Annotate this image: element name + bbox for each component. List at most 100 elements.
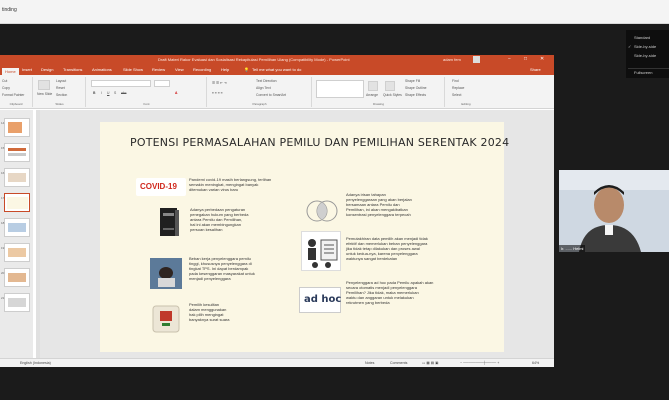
shape-outline-button[interactable]: Shape Outline [405, 86, 427, 90]
font-group: B I U S abc A Font [87, 77, 207, 107]
status-bar: English (Indonesia) Notes Comments ▭ ▦ ▤… [0, 358, 554, 367]
new-slide-button[interactable]: New Slide [37, 92, 52, 96]
editing-group: Find Replace Select Editing [446, 77, 486, 107]
issue-text-overlap: Adanya irisan tahapan penyelenggaraan ya… [346, 192, 412, 217]
copy-button[interactable]: Copy [2, 86, 10, 90]
drawing-group: Arrange Quick Styles Shape Fill Shape Ou… [313, 77, 445, 107]
tired-worker-photo [150, 258, 182, 289]
tab-insert[interactable]: Insert [22, 67, 32, 72]
align-text-button[interactable]: Align Text [256, 86, 271, 90]
menu-divider [628, 68, 669, 69]
arrange-icon[interactable] [368, 81, 378, 91]
smartart-button[interactable]: Convert to SmartArt [256, 93, 286, 97]
replace-button[interactable]: Replace [452, 86, 464, 90]
view-option-side-by-side-alt[interactable]: Side-by-side [634, 53, 656, 58]
participant-video[interactable]: Ir. ...... Helmi [559, 170, 669, 252]
zoom-level[interactable]: 64% [532, 361, 539, 365]
tab-animations[interactable]: Animations [92, 67, 112, 72]
minimize-icon[interactable]: − [508, 56, 511, 62]
font-size-select[interactable] [154, 80, 170, 87]
strikethrough-button[interactable]: abc [121, 91, 126, 95]
slide-thumbnail-selected[interactable]: 17 [1, 193, 30, 212]
current-slide[interactable]: POTENSI PERMASALAHAN PEMILU DAN PEMILIHA… [100, 122, 509, 352]
covid-logo: COVID-19 [136, 178, 186, 196]
covid-logo-text: COVID-19 [140, 182, 177, 191]
sharing-label: tinding [2, 7, 17, 13]
tab-help[interactable]: Help [221, 67, 229, 72]
view-option-side-by-side[interactable]: Side-by-side [628, 44, 656, 49]
close-icon[interactable]: ✕ [540, 56, 544, 62]
reset-button[interactable]: Reset [56, 86, 65, 90]
tab-slide-show[interactable]: Slide Show [123, 67, 143, 72]
voter-data-icon [301, 231, 341, 271]
group-label: Font [143, 102, 150, 106]
issue-text-adhoc: Penyelenggara ad hoc pada Pemilu apakah … [346, 280, 434, 305]
layout-button[interactable]: Layout [56, 79, 66, 83]
align-icon[interactable]: ≡ ≡ ≡ ≡ [212, 91, 223, 95]
slide-thumbnail[interactable]: 16 [1, 168, 30, 187]
meeting-top-bar: tinding [0, 0, 669, 24]
quick-styles-button[interactable]: Quick Styles [383, 93, 402, 97]
ribbon-tabs: Home Insert Design Transitions Animation… [0, 65, 554, 77]
window-title: Draft Materi Rakor Evaluasi dan Sosialis… [158, 57, 350, 62]
format-painter-button[interactable]: Format Painter [2, 93, 24, 97]
tell-me-search[interactable]: Tell me what you want to do [252, 67, 301, 72]
shape-fill-button[interactable]: Shape Fill [405, 79, 420, 83]
slides-group: New Slide Layout Reset Section Slides [34, 77, 86, 107]
maximize-icon[interactable]: □ [524, 56, 527, 62]
issue-text-workload: Beban kerja penyelenggara pemilu tinggi,… [189, 256, 255, 281]
user-name: adam fem [443, 57, 461, 62]
underline-button[interactable]: U [107, 91, 109, 95]
participant-photo [559, 170, 669, 252]
find-button[interactable]: Find [452, 79, 459, 83]
share-button[interactable]: Share [530, 67, 541, 72]
issue-text-voters: Pemilih kesulitan dalam menggunakan hak … [189, 302, 230, 322]
title-bar: Draft Materi Rakor Evaluasi dan Sosialis… [0, 55, 554, 65]
law-book-icon [157, 206, 181, 238]
notes-button[interactable]: Notes [365, 361, 374, 365]
shape-effects-button[interactable]: Shape Effects [405, 93, 426, 97]
arrange-button[interactable]: Arrange [366, 93, 378, 97]
bullets-icon[interactable]: ☰ ☰ ⇤ ⇥ [212, 81, 227, 85]
view-option-standard[interactable]: Standard [634, 35, 650, 40]
cut-button[interactable]: Cut [2, 79, 7, 83]
tab-transitions[interactable]: Transitions [63, 67, 82, 72]
slide-thumbnail[interactable]: 21 [1, 293, 30, 312]
new-slide-icon[interactable] [38, 80, 50, 90]
section-button[interactable]: Section [56, 93, 67, 97]
slide-thumbnails-pane: 14 15 16 17 18 19 20 21 [0, 110, 33, 359]
text-direction-button[interactable]: Text Direction [256, 79, 277, 83]
slide-thumbnail[interactable]: 14 [1, 118, 30, 137]
group-label: Slides [55, 102, 64, 106]
tab-recording[interactable]: Recording [193, 67, 211, 72]
tab-view[interactable]: View [175, 67, 184, 72]
select-button[interactable]: Select [452, 93, 461, 97]
avatar [473, 56, 480, 63]
slide-thumbnail[interactable]: 18 [1, 218, 30, 237]
shapes-gallery[interactable] [316, 80, 364, 98]
normal-view-icon[interactable]: ▭ ▦ ▤ ▣ [422, 361, 439, 365]
lightbulb-icon: 💡 [244, 67, 249, 72]
issue-text-covid: Pandemi covid-19 masih berlangsung, terl… [189, 177, 272, 192]
tab-design[interactable]: Design [41, 67, 53, 72]
italic-button[interactable]: I [101, 91, 102, 95]
tab-review[interactable]: Review [152, 67, 165, 72]
font-color-button[interactable]: A [175, 91, 177, 95]
slide-title: POTENSI PERMASALAHAN PEMILU DAN PEMILIHA… [130, 136, 510, 149]
slide-thumbnail[interactable]: 20 [1, 268, 30, 287]
slide-thumbnail[interactable]: 15 [1, 143, 30, 162]
group-label: Clipboard [9, 102, 23, 106]
view-option-fullscreen[interactable]: Fullscreen [634, 70, 652, 75]
adhoc-logo: ad hoc [299, 287, 341, 313]
group-label: Editing [461, 102, 471, 106]
ballot-box-icon [150, 303, 182, 334]
comments-button[interactable]: Comments [390, 361, 407, 365]
quick-styles-icon[interactable] [385, 81, 395, 91]
shadow-button[interactable]: S [114, 91, 116, 95]
font-name-select[interactable] [91, 80, 151, 87]
bold-button[interactable]: B [93, 91, 95, 95]
screen: { "meeting": { "share_label": "tinding",… [0, 0, 669, 400]
adhoc-logo-text: ad hoc [304, 294, 342, 305]
zoom-slider[interactable]: − ────────┼──── + [460, 361, 499, 365]
slide-thumbnail[interactable]: 19 [1, 243, 30, 262]
